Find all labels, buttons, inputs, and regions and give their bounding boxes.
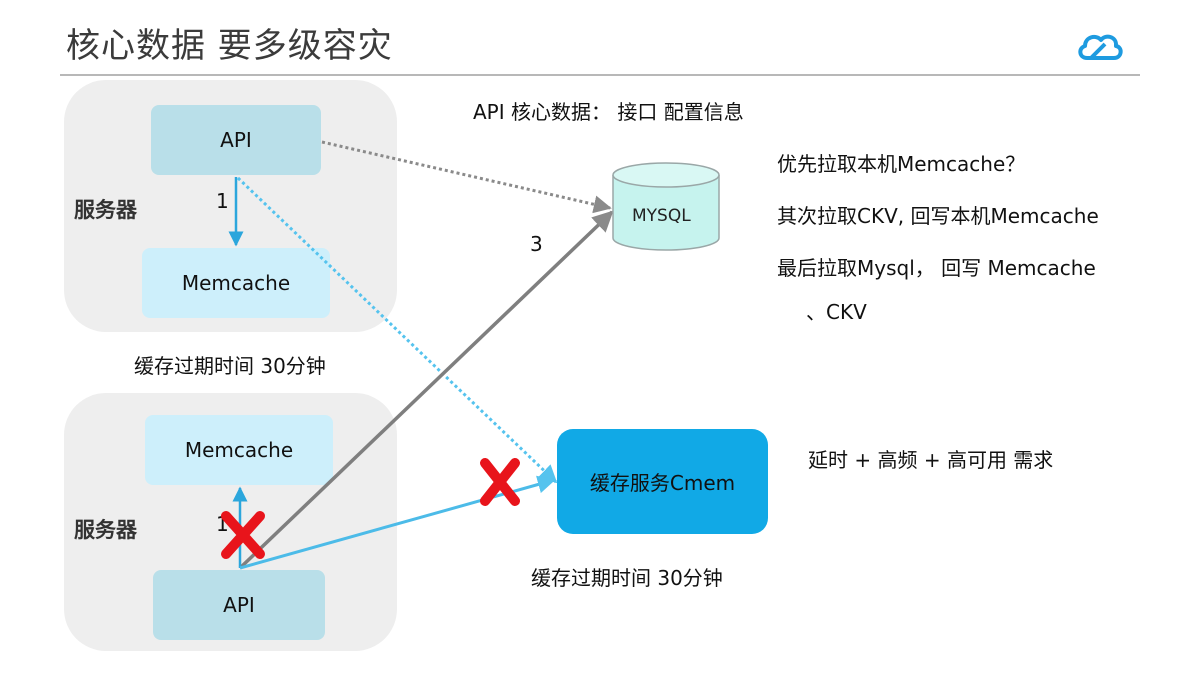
mysql-label: MYSQL <box>632 206 691 226</box>
note-line-3: 最后拉取Mysql， 回写 Memcache <box>777 256 1096 280</box>
note-line-1: 优先拉取本机Memcache？ <box>777 152 1026 176</box>
core-data-note: API 核心数据： 接口 配置信息 <box>473 100 744 124</box>
note-line-4: 、CKV <box>806 300 867 324</box>
mysql-step-label: 3 <box>530 232 543 256</box>
requirement-note: 延时 + 高频 + 高可用 需求 <box>808 448 1054 472</box>
top-api-to-cmem-dotted-arrow <box>236 176 558 484</box>
fail-cross-icon <box>221 511 265 559</box>
note-line-2: 其次拉取CKV, 回写本机Memcache <box>777 204 1099 228</box>
top-api-to-mysql-dotted-arrow <box>321 140 612 214</box>
